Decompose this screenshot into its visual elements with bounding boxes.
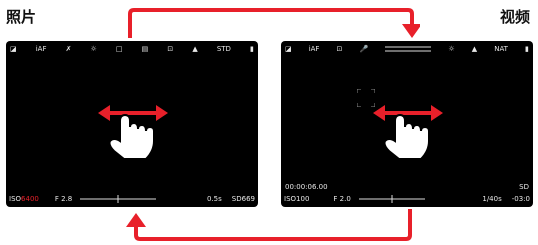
heading-video: 视频 [499,8,530,26]
photo-mode-screen: ◪ iAF ✗ ☼ □ ▤ ⊡ ▲ STD ▮ ISO 6400 F 2.8 0… [6,41,258,207]
exposure-scale [358,195,425,203]
white-balance-icon: ☼ [448,45,455,53]
white-balance-icon: ☼ [90,45,97,53]
timecode: 00:00:06.00 [285,183,328,191]
std-label: STD [216,45,231,53]
swipe-horizontal-icon [373,105,443,160]
battery-icon: ▮ [525,45,529,53]
video-status-bar: ◪ iAF ⊡ 🎤 ☼ ▲ NAT ▮ [281,41,533,57]
shutter-value: 1/40s [482,195,502,203]
shutter-value: 0.5s [207,195,222,203]
sd-label: SD [519,183,529,191]
iaf-label: iAF [35,45,47,53]
sd-label: SD [231,195,242,203]
stabilization-icon: ▲ [471,45,478,53]
iso-value: 6400 [21,195,39,203]
drive-mode-icon: ▤ [141,45,149,53]
photo-status-bar: ◪ iAF ✗ ☼ □ ▤ ⊡ ▲ STD ▮ [6,41,258,57]
switch-arrow-bottom [126,209,412,241]
audio-level-meter [385,46,432,52]
focus-area-icon: ⊡ [167,45,174,53]
metering-icon: □ [115,45,123,53]
exposure-scale [80,195,157,203]
aperture-value: F 2.0 [333,195,351,203]
swipe-horizontal-icon [98,105,168,160]
iso-value: 100 [296,195,310,203]
shots-left: 669 [241,195,255,203]
nat-label: NAT [494,45,508,53]
video-mode-screen: ◪ iAF ⊡ 🎤 ☼ ▲ NAT ▮ 00:00:06.00 SD ISO 1… [281,41,533,207]
remaining-time: -03:0 [511,195,530,203]
switch-arrow-top [128,8,420,38]
stabilization-icon: ▲ [192,45,198,53]
photo-info-bar: ISO 6400 F 2.8 0.5s SD 669 [6,191,258,207]
iaf-label: iAF [308,45,320,53]
microphone-icon: 🎤 [359,45,369,53]
aperture-value: F 2.8 [54,195,73,203]
mode-P-icon: ◪ [10,45,17,53]
iso-label: ISO [284,195,297,203]
battery-icon: ▮ [250,45,254,53]
iso-label: ISO [9,195,22,203]
flash-off-icon: ✗ [65,45,72,53]
mode-P-icon: ◪ [285,45,292,53]
video-info-bar: ISO 100 F 2.0 1/40s -03:0 [281,191,533,207]
heading-photo: 照片 [6,8,37,26]
focus-area-icon: ⊡ [336,45,343,53]
